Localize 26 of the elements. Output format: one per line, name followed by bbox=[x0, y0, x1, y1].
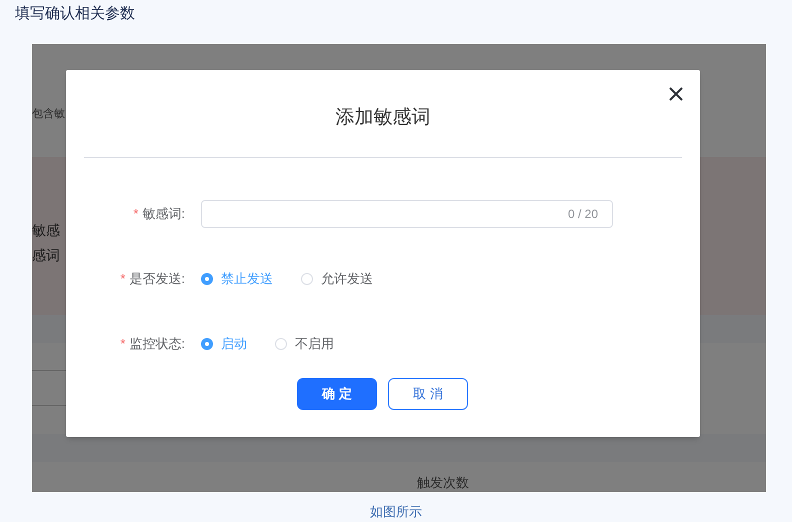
character-counter: 0 / 20 bbox=[568, 206, 598, 223]
dialog-title: 添加敏感词 bbox=[334, 106, 432, 130]
radio-button[interactable] bbox=[201, 338, 213, 350]
field-label: 敏感词: bbox=[142, 205, 185, 224]
required-mark: * bbox=[120, 335, 126, 354]
confirm-button[interactable]: 确 定 bbox=[297, 378, 377, 410]
cancel-button[interactable]: 取 消 bbox=[388, 378, 468, 410]
radio-label[interactable]: 允许发送 bbox=[321, 269, 373, 289]
page-title: 填写确认相关参数 bbox=[15, 4, 135, 24]
background-text: 感词 bbox=[32, 246, 60, 265]
radio-label[interactable]: 启动 bbox=[221, 334, 247, 354]
field-label: 是否发送: bbox=[129, 270, 185, 288]
field-label: 监控状态: bbox=[129, 335, 185, 354]
radio-button[interactable] bbox=[201, 273, 213, 285]
column-header: 触发次数 bbox=[417, 474, 469, 492]
background-text: 敏感 bbox=[32, 221, 60, 240]
radio-button[interactable] bbox=[275, 338, 287, 350]
required-mark: * bbox=[133, 205, 138, 224]
input-field[interactable]: 0 / 20 bbox=[201, 200, 613, 228]
required-mark: * bbox=[120, 270, 126, 288]
radio-label[interactable]: 禁止发送 bbox=[221, 269, 273, 289]
background-text: 包含敏 bbox=[32, 107, 65, 122]
radio-label[interactable]: 不启用 bbox=[295, 334, 334, 354]
close-icon[interactable] bbox=[668, 86, 684, 102]
radio-button[interactable] bbox=[301, 273, 313, 285]
caption: 如图所示 bbox=[369, 503, 423, 521]
